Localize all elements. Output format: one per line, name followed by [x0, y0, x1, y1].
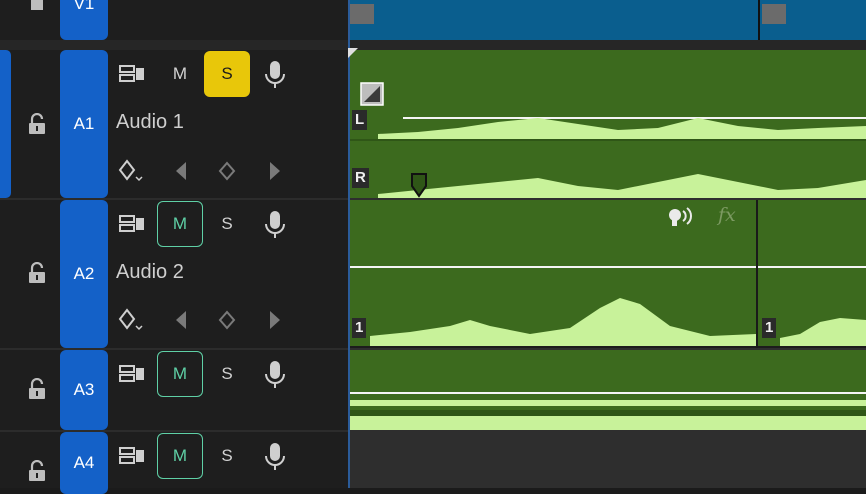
- speech-icon[interactable]: [666, 206, 692, 230]
- microphone-icon[interactable]: [264, 442, 286, 472]
- solo-button-a1[interactable]: S: [204, 51, 250, 97]
- solo-button-a4[interactable]: S: [204, 433, 250, 479]
- timeline-left-edge: [348, 0, 350, 488]
- timeline-panel[interactable]: L R fx 1 1: [348, 0, 866, 488]
- waveform-left: [378, 118, 866, 140]
- mute-label: M: [172, 446, 188, 465]
- waveform: [348, 400, 866, 430]
- video-clip[interactable]: [758, 0, 866, 40]
- video-clip[interactable]: [348, 0, 758, 40]
- waveform: [370, 298, 756, 348]
- track-label-a2: A2: [73, 264, 95, 283]
- solo-label: S: [221, 64, 233, 83]
- microphone-icon[interactable]: [264, 210, 286, 240]
- lock-icon[interactable]: [26, 0, 48, 12]
- keyframe-marker-icon[interactable]: [410, 172, 428, 198]
- solo-label: S: [221, 446, 233, 465]
- solo-label: S: [221, 364, 233, 383]
- keyframe-menu-icon[interactable]: [118, 158, 146, 184]
- track-selected-indicator: [0, 50, 11, 198]
- audio-clip-a2[interactable]: 1: [758, 200, 866, 348]
- audio-clip-a3[interactable]: [348, 350, 866, 430]
- waveform-right: [378, 174, 866, 198]
- add-keyframe-icon[interactable]: [216, 160, 238, 182]
- waveform: [780, 318, 866, 348]
- channel-label: 1: [352, 318, 367, 338]
- track-name-a1[interactable]: Audio 1: [116, 111, 184, 134]
- track-header-panel: V1 A1 M S Audio 1 A2 M S Audio 2 A3 M S …: [0, 0, 348, 494]
- track-divider: [348, 40, 866, 50]
- microphone-icon[interactable]: [264, 360, 286, 390]
- fx-badge[interactable]: fx: [718, 204, 736, 226]
- audio-clip-a1[interactable]: L R: [348, 50, 866, 198]
- in-point-marker-icon[interactable]: [348, 48, 358, 58]
- mute-button-a3[interactable]: M: [157, 351, 203, 397]
- microphone-icon[interactable]: [264, 60, 286, 90]
- channel-label-right: R: [352, 168, 369, 188]
- clip-thumbnail: [762, 4, 786, 24]
- previous-keyframe-icon[interactable]: [172, 160, 190, 182]
- volume-line[interactable]: [758, 266, 866, 268]
- track-target-v1[interactable]: V1: [60, 0, 108, 40]
- sync-lock-icon[interactable]: [118, 444, 146, 468]
- clip-edge: [348, 346, 756, 348]
- solo-button-a3[interactable]: S: [204, 351, 250, 397]
- solo-button-a2[interactable]: S: [204, 201, 250, 247]
- track-target-a3[interactable]: A3: [60, 350, 108, 430]
- track-row-v1: [0, 0, 348, 40]
- sync-lock-icon[interactable]: [118, 212, 146, 236]
- volume-line[interactable]: [348, 266, 756, 268]
- channel-label: 1: [762, 318, 777, 338]
- track-label-a3: A3: [73, 380, 95, 399]
- mute-button-a4[interactable]: M: [157, 433, 203, 479]
- solo-label: S: [221, 214, 233, 233]
- divider: [0, 40, 348, 50]
- audio-clip-a2[interactable]: fx 1: [348, 200, 756, 348]
- channel-label-left: L: [352, 110, 368, 130]
- mute-label: M: [172, 214, 188, 233]
- sync-lock-icon[interactable]: [118, 62, 146, 86]
- lock-icon[interactable]: [26, 262, 48, 284]
- fade-transition-icon[interactable]: [360, 82, 384, 106]
- next-keyframe-icon[interactable]: [266, 309, 284, 331]
- track-target-a1[interactable]: A1: [60, 50, 108, 198]
- mute-button-a2[interactable]: M: [157, 201, 203, 247]
- track-target-a4[interactable]: A4: [60, 432, 108, 494]
- volume-line[interactable]: [348, 392, 866, 394]
- track-target-a2[interactable]: A2: [60, 200, 108, 348]
- lock-icon[interactable]: [26, 113, 48, 135]
- clip-thumbnail: [350, 4, 374, 24]
- clip-edge: [758, 346, 866, 348]
- track-label-v1: V1: [73, 0, 95, 13]
- keyframe-menu-icon[interactable]: [118, 307, 146, 333]
- add-keyframe-icon[interactable]: [216, 309, 238, 331]
- mute-label: M: [172, 64, 188, 83]
- lock-icon[interactable]: [26, 460, 48, 482]
- next-keyframe-icon[interactable]: [266, 160, 284, 182]
- track-name-a2[interactable]: Audio 2: [116, 261, 184, 284]
- mute-label: M: [172, 364, 188, 383]
- track-label-a4: A4: [73, 453, 95, 472]
- channel-divider: [348, 139, 866, 141]
- sync-lock-icon[interactable]: [118, 362, 146, 386]
- lock-icon[interactable]: [26, 378, 48, 400]
- track-label-a1: A1: [73, 114, 95, 133]
- previous-keyframe-icon[interactable]: [172, 309, 190, 331]
- mute-button-a1[interactable]: M: [157, 51, 203, 97]
